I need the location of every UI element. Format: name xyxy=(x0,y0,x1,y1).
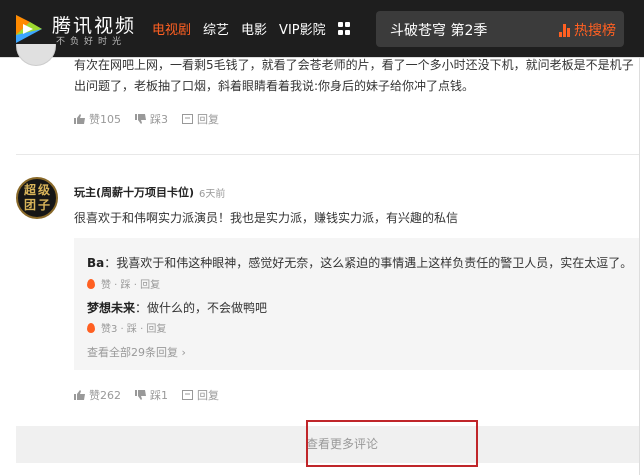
view-all-replies-link[interactable]: 查看全部29条回复 › xyxy=(87,344,186,360)
reply-item: Ba：我喜欢于和伟这种眼神，感觉好无奈，这么紧迫的事情遇上这样负责任的警卫人员，… xyxy=(87,254,632,271)
right-edge-divider xyxy=(639,58,640,475)
chevron-right-icon: › xyxy=(178,346,186,359)
reply-text: ：我喜欢于和伟这种眼神，感觉好无奈，这么紧迫的事情遇上这样负责任的警卫人员，实在… xyxy=(104,256,633,270)
flame-icon xyxy=(87,278,95,289)
reply-author[interactable]: 梦想未来 xyxy=(87,301,135,315)
comment-text: 很喜欢于和伟啊实力派演员！我也是实力派，赚钱实力派，有兴趣的私信 xyxy=(74,211,459,225)
highlight-box xyxy=(306,420,478,467)
search-value: 斗破苍穹 第2季 xyxy=(390,23,488,39)
comment-actions: 赞105 踩3 回复 xyxy=(74,111,219,127)
more-categories-icon[interactable] xyxy=(337,22,351,35)
hot-search-label: 热搜榜 xyxy=(574,23,616,39)
reply-button[interactable]: 回复 xyxy=(182,111,219,127)
hot-search-button[interactable]: 热搜榜 xyxy=(559,20,616,40)
reply-icon xyxy=(182,114,193,124)
logo-slogan: 不负好时光 xyxy=(56,37,127,47)
reply-actions[interactable]: 赞 · 踩 · 回复 xyxy=(87,276,160,291)
reply-text: ：做什么的，不会做鸭吧 xyxy=(135,301,268,315)
nav-item-tv[interactable]: 电视剧 xyxy=(152,19,191,38)
avatar-text: 超级团子 xyxy=(23,183,52,212)
reply-actions[interactable]: 赞3 · 踩 · 回复 xyxy=(87,320,166,335)
comment-actions: 赞262 踩1 回复 xyxy=(74,387,219,403)
dislike-button[interactable]: 踩3 xyxy=(135,111,168,127)
reply-item: 梦想未来：做什么的，不会做鸭吧 xyxy=(87,299,267,316)
avatar[interactable]: 超级团子 xyxy=(16,177,58,219)
top-navigation-bar: 腾讯视频 不负好时光 电视剧 综艺 电影 VIP影院 斗破苍穹 第2季 热搜榜 xyxy=(0,0,644,58)
site-logo[interactable]: 腾讯视频 不负好时光 xyxy=(10,9,140,49)
reply-list: Ba：我喜欢于和伟这种眼神，感觉好无奈，这么紧迫的事情遇上这样负责任的警卫人员，… xyxy=(74,238,640,370)
thumbs-down-icon xyxy=(135,390,146,400)
nav-item-movie[interactable]: 电影 xyxy=(241,19,267,38)
nav-item-vip[interactable]: VIP影院 xyxy=(279,19,326,38)
avatar[interactable] xyxy=(16,44,56,66)
reply-author[interactable]: Ba xyxy=(87,256,104,270)
comment-text: 有次在网吧上网，一看剩5毛钱了，就看了会苍老师的片，看了一个多小时还没下机，就问… xyxy=(74,58,634,93)
bar-chart-icon xyxy=(559,23,570,37)
flame-icon xyxy=(87,322,95,333)
comment-author[interactable]: 玩主(周薪十万项目卡位) xyxy=(74,184,194,200)
dislike-button[interactable]: 踩1 xyxy=(135,387,168,403)
reply-button[interactable]: 回复 xyxy=(182,387,219,403)
like-button[interactable]: 赞105 xyxy=(74,111,121,127)
thumbs-up-icon xyxy=(74,390,85,400)
main-nav: 电视剧 综艺 电影 VIP影院 xyxy=(152,19,351,38)
search-input[interactable]: 斗破苍穹 第2季 热搜榜 xyxy=(376,11,624,47)
reply-icon xyxy=(182,390,193,400)
like-button[interactable]: 赞262 xyxy=(74,387,121,403)
nav-item-variety[interactable]: 综艺 xyxy=(203,19,229,38)
comment-time: 6天前 xyxy=(199,189,226,200)
thumbs-down-icon xyxy=(135,114,146,124)
comment-divider xyxy=(16,154,640,155)
thumbs-up-icon xyxy=(74,114,85,124)
logo-play-icon xyxy=(16,15,42,43)
